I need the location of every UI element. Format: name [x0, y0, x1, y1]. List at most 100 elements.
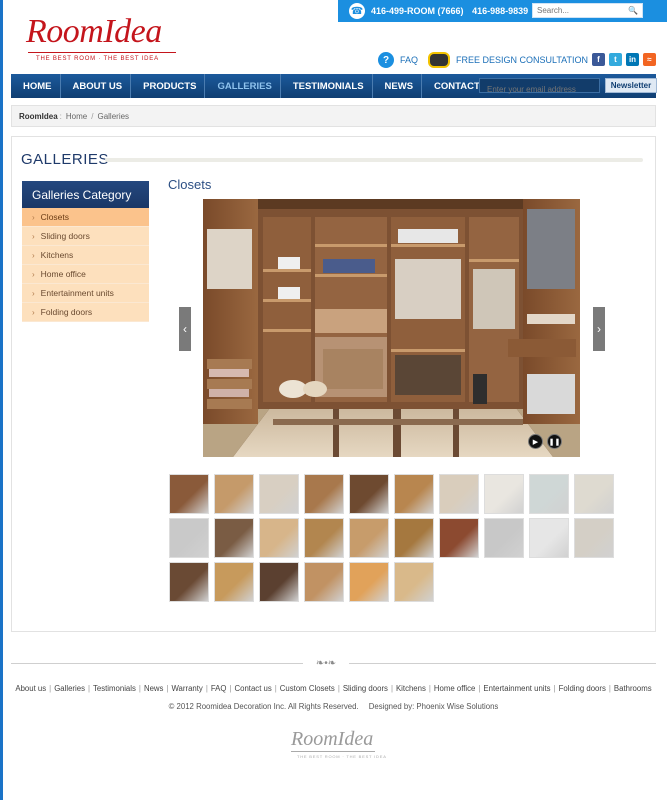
pause-icon[interactable]: ❚❚	[547, 434, 562, 449]
page-title: GALLERIES	[21, 151, 109, 168]
gallery-thumbnail[interactable]	[304, 474, 344, 514]
gallery-thumbnail[interactable]	[484, 474, 524, 514]
nav-galleries[interactable]: GALLERIES	[205, 74, 281, 98]
category-item-kitchens[interactable]: › Kitchens	[22, 246, 149, 265]
nav-about-us[interactable]: ABOUT US	[61, 74, 132, 98]
gallery-thumbnail[interactable]	[214, 474, 254, 514]
chevron-right-icon: ›	[32, 231, 35, 241]
footer-link[interactable]: Contact us	[234, 684, 271, 693]
chevron-right-icon: ›	[32, 288, 35, 298]
category-item-sliding-doors[interactable]: › Sliding doors	[22, 227, 149, 246]
search-icon[interactable]: 🔍	[628, 6, 638, 15]
footer-separator: |	[49, 684, 52, 693]
footer-links: About us | Galleries | Testimonials | News | War…	[0, 684, 667, 693]
phone-secondary[interactable]: 416-988-9839	[472, 6, 528, 16]
footer-separator: |	[274, 684, 277, 693]
gallery-thumbnail[interactable]	[259, 518, 299, 558]
gallery-thumbnail[interactable]	[349, 518, 389, 558]
footer-link[interactable]: Bathrooms	[614, 684, 652, 693]
gallery-thumbnail[interactable]	[349, 562, 389, 602]
nav-testimonials[interactable]: TESTIMONIALS	[281, 74, 373, 98]
faq-link[interactable]: ? FAQ	[378, 52, 418, 68]
footer-link[interactable]: Galleries	[54, 684, 85, 693]
logo-text: RoomIdea	[26, 13, 162, 50]
footer-link[interactable]: Testimonials	[93, 684, 136, 693]
category-label: Folding doors	[40, 307, 93, 317]
gallery-thumbnail[interactable]	[304, 518, 344, 558]
nav-news[interactable]: NEWS	[373, 74, 423, 98]
chevron-right-icon: ›	[32, 212, 35, 222]
gallery-thumbnail[interactable]	[394, 474, 434, 514]
phone-numbers: 416-499-ROOM (7666) 416-988-9839	[371, 6, 534, 16]
gallery-thumbnail[interactable]	[574, 518, 614, 558]
design-consultation-label: FREE DESIGN CONSULTATION	[456, 55, 589, 65]
newsletter-email-input[interactable]	[480, 83, 599, 96]
footer-separator: |	[608, 684, 611, 693]
gallery-thumbnail[interactable]	[529, 518, 569, 558]
gallery-thumbnail[interactable]	[529, 474, 569, 514]
gallery-prev-button[interactable]: ‹	[179, 307, 191, 351]
play-icon[interactable]: ▶	[528, 434, 543, 449]
facebook-icon[interactable]: f	[592, 53, 605, 66]
gallery-thumbnail[interactable]	[169, 474, 209, 514]
category-item-closets[interactable]: › Closets	[22, 208, 149, 227]
gallery-thumbnail[interactable]	[394, 562, 434, 602]
footer-link[interactable]: Kitchens	[396, 684, 426, 693]
newsletter-button[interactable]: Newsletter	[605, 78, 657, 93]
footer-link[interactable]: Sliding doors	[343, 684, 388, 693]
design-consultation-link[interactable]: FREE DESIGN CONSULTATION	[428, 52, 588, 68]
linkedin-icon[interactable]: in	[626, 53, 639, 66]
footer-link[interactable]: Home office	[434, 684, 475, 693]
ornament-icon: ❧•❧	[303, 657, 349, 669]
footer-link[interactable]: Warranty	[171, 684, 202, 693]
category-item-folding-doors[interactable]: › Folding doors	[22, 303, 149, 322]
tape-measure-icon	[428, 52, 450, 68]
footer-separator: |	[390, 684, 393, 693]
category-label: Kitchens	[40, 250, 74, 260]
site-logo[interactable]: RoomIdea THE BEST ROOM · THE BEST IDEA	[26, 14, 176, 62]
top-search-box: 🔍	[532, 3, 643, 18]
search-input[interactable]	[533, 6, 625, 15]
breadcrumb-current: Galleries	[97, 111, 130, 121]
category-menu: Galleries Category › Closets › Sliding d…	[22, 181, 149, 322]
footer-link[interactable]: Custom Closets	[280, 684, 335, 693]
gallery-thumbnail[interactable]	[259, 562, 299, 602]
gallery-thumbnail[interactable]	[439, 518, 479, 558]
category-label: Closets	[40, 212, 70, 222]
logo-underline	[28, 52, 176, 53]
category-item-home-office[interactable]: › Home office	[22, 265, 149, 284]
nav-home[interactable]: HOME	[11, 74, 61, 98]
gallery-thumbnail[interactable]	[574, 474, 614, 514]
footer-separator: |	[205, 684, 208, 693]
twitter-icon[interactable]: t	[609, 53, 622, 66]
phone-primary[interactable]: 416-499-ROOM (7666)	[371, 6, 464, 16]
gallery-thumbnail[interactable]	[439, 474, 479, 514]
main-nav: HOME ABOUT US PRODUCTS GALLERIES TESTIMO…	[11, 74, 657, 98]
gallery-thumbnail[interactable]	[214, 518, 254, 558]
footer-link[interactable]: Folding doors	[559, 684, 606, 693]
category-label: Home office	[40, 269, 86, 279]
category-heading: Galleries Category	[22, 181, 149, 208]
gallery-thumbnail[interactable]	[349, 474, 389, 514]
gallery-thumbnail[interactable]	[259, 474, 299, 514]
footer-link[interactable]: Entertainment units	[483, 684, 550, 693]
gallery-thumbnail[interactable]	[169, 518, 209, 558]
gallery-main-image[interactable]	[203, 199, 580, 457]
gallery-next-button[interactable]: ›	[593, 307, 605, 351]
category-item-entertainment-units[interactable]: › Entertainment units	[22, 284, 149, 303]
rss-icon[interactable]: ≈	[643, 53, 656, 66]
footer-separator: |	[166, 684, 169, 693]
gallery-thumbnail[interactable]	[214, 562, 254, 602]
designed-by[interactable]: Designed by: Phoenix Wise Solutions	[369, 702, 499, 711]
footer-logo-tagline: THE BEST ROOM · THE BEST IDEA	[297, 754, 387, 759]
gallery-thumbnail[interactable]	[304, 562, 344, 602]
breadcrumb-home[interactable]: Home	[66, 112, 87, 121]
footer-link[interactable]: News	[144, 684, 164, 693]
footer-link[interactable]: FAQ	[211, 684, 227, 693]
gallery-thumbnail[interactable]	[169, 562, 209, 602]
gallery-thumbnail[interactable]	[394, 518, 434, 558]
footer-link[interactable]: About us	[15, 684, 46, 693]
nav-products[interactable]: PRODUCTS	[131, 74, 206, 98]
footer-logo[interactable]: RoomIdea THE BEST ROOM · THE BEST IDEA	[291, 728, 387, 759]
gallery-thumbnail[interactable]	[484, 518, 524, 558]
